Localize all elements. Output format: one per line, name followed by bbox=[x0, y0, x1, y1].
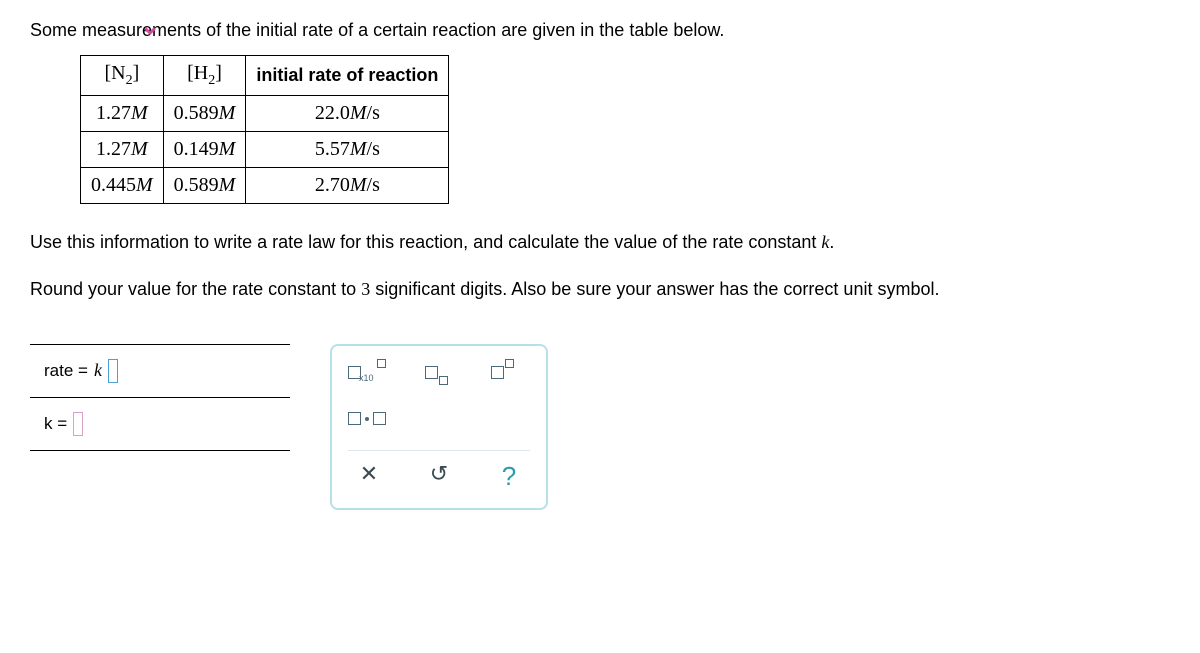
data-table: [N2] [H2] initial rate of reaction 1.27M… bbox=[80, 55, 449, 204]
table-row: 1.27M 0.589M 22.0M/s bbox=[81, 96, 449, 132]
clear-button[interactable]: ✕ bbox=[354, 461, 384, 492]
help-button[interactable]: ? bbox=[494, 461, 524, 492]
header-rate: initial rate of reaction bbox=[246, 56, 449, 96]
k-label: k = bbox=[44, 414, 67, 434]
sci-notation-button[interactable]: x10 bbox=[348, 358, 385, 388]
multiply-button[interactable] bbox=[348, 404, 386, 434]
k-input[interactable] bbox=[73, 412, 83, 436]
instruction-2: Round your value for the rate constant t… bbox=[30, 275, 1170, 304]
k-row: k = bbox=[30, 398, 290, 450]
table-row: 1.27M 0.149M 5.57M/s bbox=[81, 132, 449, 168]
tool-panel: x10 ✕ ↺ ? bbox=[330, 344, 548, 510]
superscript-button[interactable] bbox=[487, 358, 517, 388]
rate-row: rate = k bbox=[30, 345, 290, 398]
instruction-1: Use this information to write a rate law… bbox=[30, 228, 1170, 257]
table-row: 0.445M 0.589M 2.70M/s bbox=[81, 168, 449, 204]
rate-label: rate = bbox=[44, 361, 88, 381]
rate-input[interactable] bbox=[108, 359, 118, 383]
answer-box: rate = k k = bbox=[30, 344, 290, 451]
subscript-button[interactable] bbox=[421, 358, 451, 388]
intro-text: Some measurements of the initial rate of… bbox=[30, 20, 1170, 41]
reset-button[interactable]: ↺ bbox=[424, 461, 454, 492]
header-h2: [H2] bbox=[163, 56, 246, 96]
collapse-chevron-icon[interactable]: ⌄ bbox=[140, 12, 160, 41]
header-n2: [N2] bbox=[81, 56, 164, 96]
k-symbol: k bbox=[94, 360, 102, 381]
